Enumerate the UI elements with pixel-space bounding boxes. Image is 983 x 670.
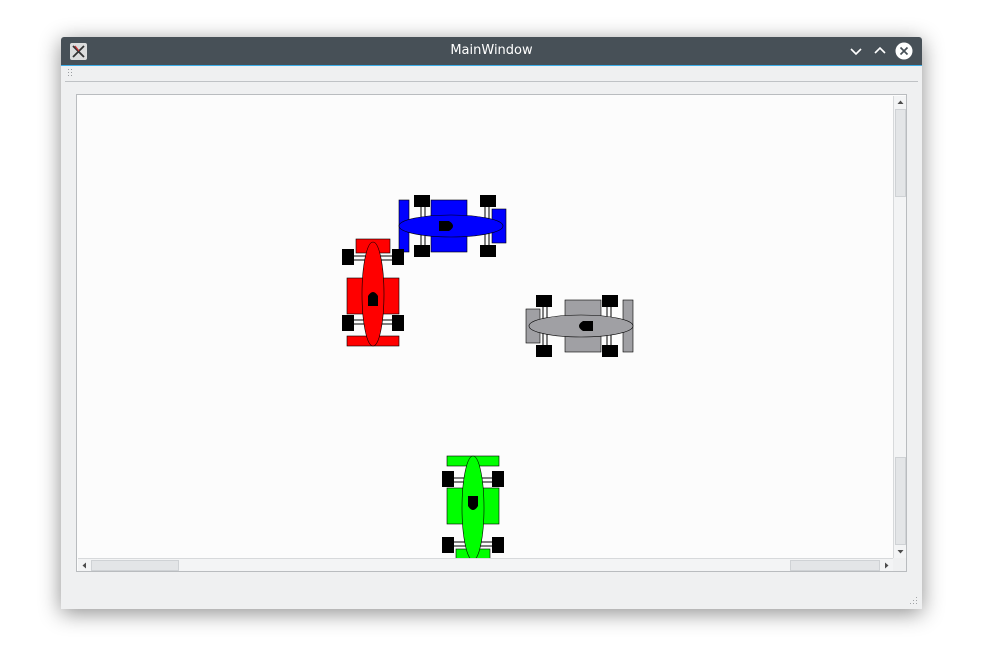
window-title: MainWindow (450, 43, 533, 58)
car-green[interactable] (441, 455, 505, 558)
resize-grip-icon[interactable] (908, 595, 918, 605)
minimize-icon (850, 48, 862, 56)
vertical-scrollbar[interactable] (893, 96, 906, 558)
main-window: MainWindow (61, 37, 922, 609)
status-bar (61, 578, 922, 609)
arrow-right-icon[interactable] (880, 559, 893, 572)
toolbar-grip-icon[interactable] (68, 69, 73, 78)
car-blue[interactable] (398, 194, 507, 258)
toolbar (61, 66, 922, 82)
car-red[interactable] (341, 238, 405, 347)
car-gray[interactable] (525, 294, 634, 358)
maximize-button[interactable] (871, 42, 889, 60)
close-button[interactable] (895, 42, 913, 60)
horizontal-scrollbar[interactable] (78, 558, 893, 571)
graphics-view[interactable] (76, 94, 907, 572)
arrow-up-icon[interactable] (894, 96, 907, 109)
arrow-down-icon[interactable] (894, 545, 907, 558)
toolbar-separator (65, 81, 918, 82)
horizontal-scroll-thumb[interactable] (91, 560, 179, 571)
vertical-scroll-track-end (895, 457, 906, 545)
horizontal-scroll-track-end (790, 560, 880, 571)
title-bar[interactable]: MainWindow (61, 37, 922, 65)
close-icon (895, 42, 913, 60)
maximize-icon (874, 46, 886, 54)
scrollbar-corner (893, 558, 906, 571)
race-scene[interactable] (78, 96, 893, 558)
vertical-scroll-thumb[interactable] (895, 109, 906, 197)
minimize-button[interactable] (847, 42, 865, 60)
arrow-left-icon[interactable] (78, 559, 91, 572)
